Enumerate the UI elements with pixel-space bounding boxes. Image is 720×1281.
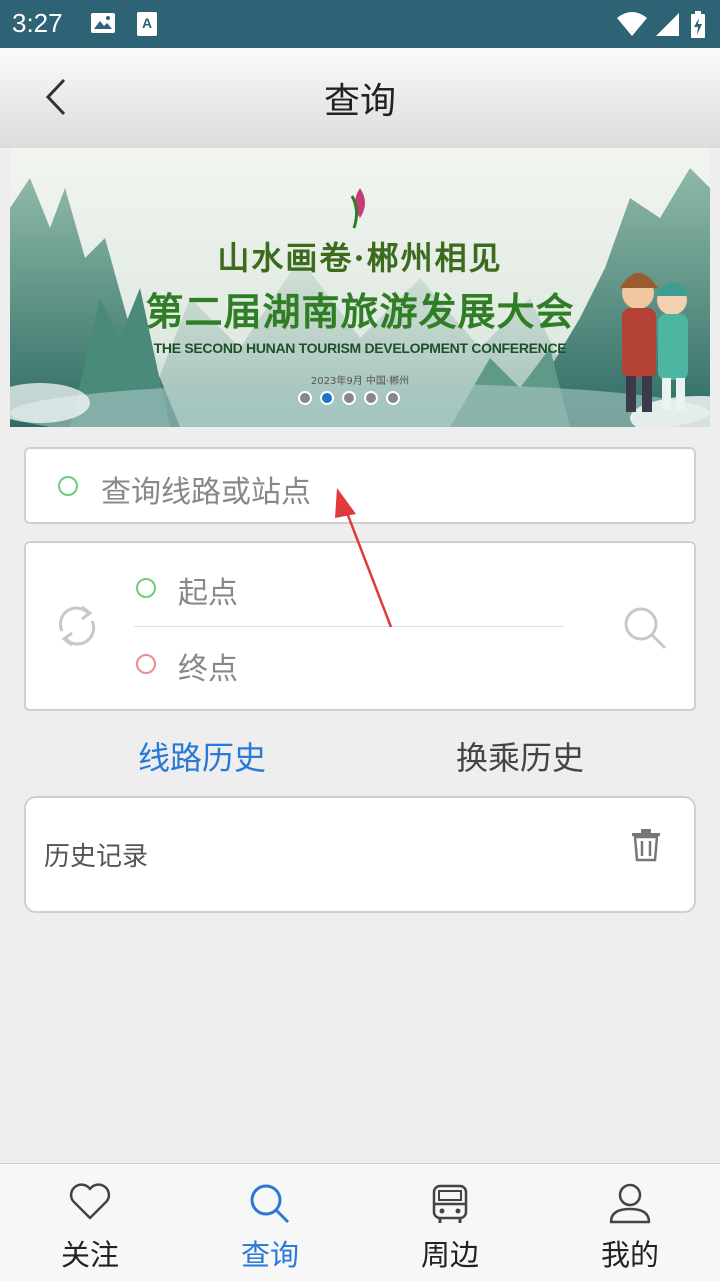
nav-query[interactable]: 查询 bbox=[180, 1164, 360, 1281]
route-search-icon[interactable] bbox=[622, 605, 668, 651]
nav-mine[interactable]: 我的 bbox=[540, 1164, 720, 1281]
start-dot-icon bbox=[136, 578, 156, 598]
status-bar: 3:27 A bbox=[0, 0, 720, 48]
status-time: 3:27 bbox=[12, 8, 63, 38]
nav-label-nearby: 周边 bbox=[420, 1238, 479, 1272]
user-icon bbox=[609, 1183, 651, 1224]
end-dot-icon bbox=[136, 654, 156, 674]
end-placeholder: 终点 bbox=[178, 652, 238, 687]
page-title: 查询 bbox=[323, 81, 396, 122]
tab-transfer-history[interactable]: 换乘历史 bbox=[456, 733, 584, 779]
banner-dot[interactable] bbox=[342, 391, 356, 405]
search-dot-icon bbox=[58, 476, 78, 496]
history-card: 历史记录 bbox=[24, 796, 696, 913]
tab-line-history[interactable]: 线路历史 bbox=[138, 733, 266, 779]
wifi-icon bbox=[617, 12, 647, 36]
nav-label-follow: 关注 bbox=[60, 1238, 119, 1272]
banner-headline: 第二届湖南旅游发展大会 bbox=[145, 290, 575, 334]
promo-banner[interactable]: 山水画卷·郴州相见 第二届湖南旅游发展大会 THE SECOND HUNAN T… bbox=[10, 148, 710, 427]
search-icon bbox=[250, 1184, 290, 1224]
banner-dot[interactable] bbox=[364, 391, 378, 405]
font-notification-icon: A bbox=[137, 12, 157, 36]
heart-icon bbox=[69, 1183, 111, 1220]
banner-page-indicator bbox=[298, 391, 400, 405]
history-label: 历史记录 bbox=[44, 842, 149, 872]
banner-dot[interactable] bbox=[298, 391, 312, 405]
route-divider bbox=[134, 626, 564, 627]
search-placeholder: 查询线路或站点 bbox=[101, 475, 311, 510]
bus-icon bbox=[432, 1184, 468, 1223]
banner-dot[interactable] bbox=[386, 391, 400, 405]
banner-subline: THE SECOND HUNAN TOURISM DEVELOPMENT CON… bbox=[153, 340, 567, 356]
nav-nearby[interactable]: 周边 bbox=[360, 1164, 540, 1281]
battery-charging-icon bbox=[691, 11, 705, 38]
swap-icon[interactable] bbox=[54, 603, 100, 649]
banner-slogan: 山水画卷·郴州相见 bbox=[217, 239, 503, 277]
route-planner: 起点 终点 bbox=[24, 541, 696, 711]
banner-dot-active[interactable] bbox=[320, 391, 334, 405]
app-header: 查询 bbox=[0, 48, 720, 148]
banner-dateline: 2023年9月 中国·郴州 bbox=[310, 376, 410, 387]
start-placeholder: 起点 bbox=[178, 576, 238, 611]
nav-label-query: 查询 bbox=[240, 1238, 299, 1272]
image-notification-icon bbox=[91, 13, 115, 33]
trash-icon[interactable] bbox=[630, 828, 662, 862]
line-station-search-field[interactable]: 查询线路或站点 bbox=[24, 447, 696, 524]
bottom-navigation: 关注 查询 周边 我的 bbox=[0, 1163, 720, 1281]
svg-text:A: A bbox=[142, 15, 152, 31]
nav-follow[interactable]: 关注 bbox=[0, 1164, 180, 1281]
nav-label-mine: 我的 bbox=[600, 1238, 659, 1272]
signal-icon bbox=[656, 13, 679, 36]
